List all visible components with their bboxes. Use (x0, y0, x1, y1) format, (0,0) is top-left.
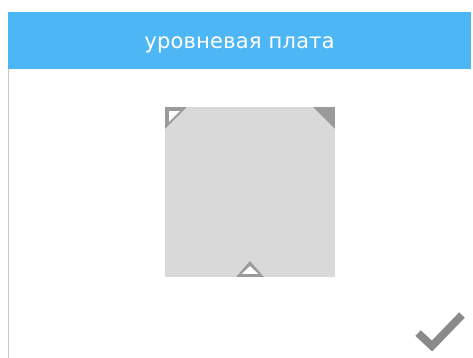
corner-point-top-left-icon[interactable] (165, 107, 187, 129)
page-title: уровневая плата (144, 28, 335, 53)
leveling-screen: уровневая плата (0, 0, 473, 358)
build-plate (165, 107, 335, 277)
corner-point-top-right-icon[interactable] (313, 107, 335, 129)
title-bar: уровневая плата (8, 12, 471, 69)
point-bottom-center-icon[interactable] (236, 261, 264, 277)
confirm-checkmark-button[interactable] (414, 311, 466, 351)
panel-border (8, 69, 9, 358)
